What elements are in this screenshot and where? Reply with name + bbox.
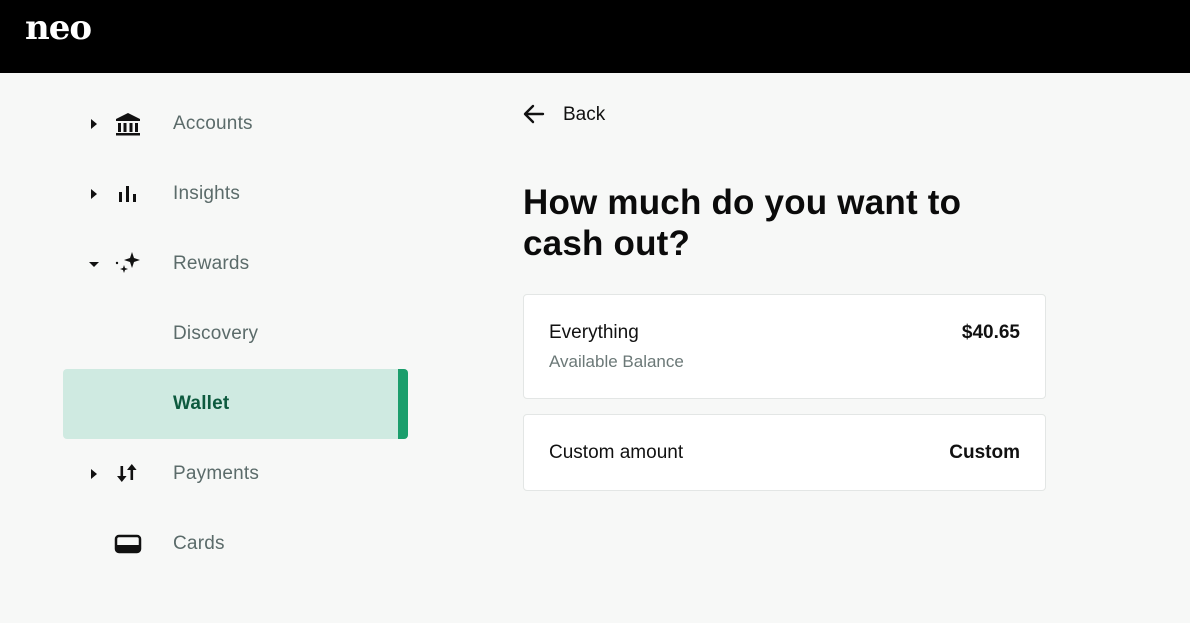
sidebar-item-label: Accounts	[173, 113, 253, 134]
top-bar: neo	[0, 0, 1190, 73]
sidebar-item-rewards[interactable]: Rewards	[63, 229, 408, 299]
sidebar-item-payments[interactable]: Payments	[63, 439, 408, 509]
sidebar-item-label: Insights	[173, 183, 241, 204]
sidebar-item-discovery[interactable]: Discovery	[63, 299, 408, 369]
sidebar-item-accounts[interactable]: Accounts	[63, 89, 408, 159]
back-button[interactable]: Back	[523, 101, 633, 129]
bar-chart-icon	[119, 186, 136, 202]
option-value: $40.65	[961, 322, 1020, 343]
bank-icon	[116, 113, 140, 136]
sidebar-item-wallet[interactable]: Wallet	[63, 369, 408, 439]
sidebar-nav: Accounts Insights Rewards Discovery Wall…	[63, 73, 408, 623]
card-icon	[114, 534, 142, 554]
neo-logo[interactable]: neo	[25, 8, 92, 48]
option-title: Everything	[549, 322, 639, 343]
option-everything[interactable]: Everything Available Balance $40.65	[523, 294, 1046, 399]
sidebar-item-label: Discovery	[173, 323, 259, 344]
arrow-left-icon	[523, 104, 545, 124]
sidebar-item-label: Payments	[173, 463, 260, 484]
sidebar-item-label: Cards	[173, 533, 225, 554]
sidebar-item-cards[interactable]: Cards	[63, 509, 408, 579]
option-custom-amount[interactable]: Custom amount Custom	[523, 414, 1046, 491]
caret-right-icon	[91, 189, 97, 199]
back-label: Back	[563, 104, 606, 125]
sidebar-item-label: Rewards	[173, 253, 250, 274]
sparkle-icon	[115, 252, 140, 273]
option-subtitle: Available Balance	[549, 352, 684, 371]
caret-down-icon	[89, 262, 99, 267]
active-indicator	[398, 369, 408, 439]
sidebar-item-label: Wallet	[173, 393, 230, 414]
page-title: How much do you want to cash out?	[523, 183, 962, 263]
transfer-arrows-icon	[117, 464, 137, 482]
sidebar-item-insights[interactable]: Insights	[63, 159, 408, 229]
caret-right-icon	[91, 119, 97, 129]
caret-right-icon	[91, 469, 97, 479]
option-title: Custom amount	[549, 442, 684, 463]
option-value: Custom	[949, 442, 1020, 463]
